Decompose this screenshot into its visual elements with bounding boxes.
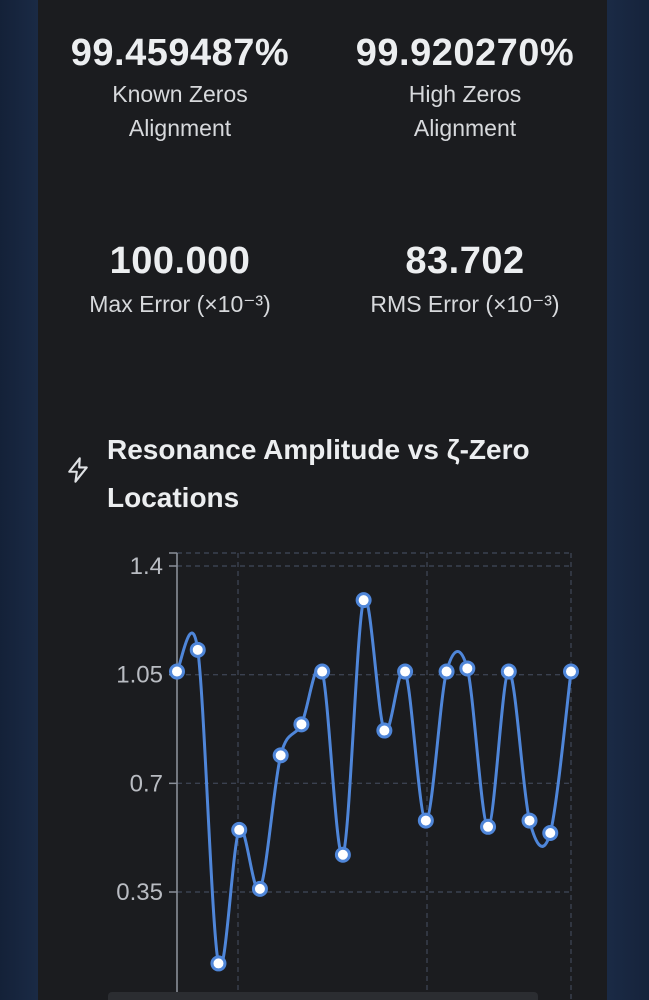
stat-label: Known Zeros Alignment xyxy=(112,81,248,141)
resonance-chart: 1.4 1.05 0.7 0.35 xyxy=(38,530,607,1000)
stat-label: Max Error (×10⁻³) xyxy=(89,291,271,317)
chart-header: Resonance Amplitude vs ζ-Zero Locations xyxy=(38,420,607,520)
data-point xyxy=(438,663,455,680)
data-point xyxy=(376,722,393,739)
stats-grid: 99.459487% Known Zeros Alignment 99.9202… xyxy=(38,0,607,380)
chart-canvas: 1.4 1.05 0.7 0.35 xyxy=(116,552,579,1000)
data-point xyxy=(480,818,497,835)
y-tick-label: 1.4 xyxy=(130,553,163,580)
stat-rms-error: 83.702 RMS Error (×10⁻³) xyxy=(323,239,607,321)
stat-label: High Zeros Alignment xyxy=(408,81,522,141)
stat-known-zeros-alignment: 99.459487% Known Zeros Alignment xyxy=(38,31,322,145)
y-tick-label: 0.7 xyxy=(130,770,163,797)
data-point xyxy=(355,592,372,609)
data-point xyxy=(459,660,476,677)
data-point xyxy=(169,663,185,680)
data-point xyxy=(210,955,227,972)
data-point xyxy=(293,716,310,733)
data-point xyxy=(563,663,579,680)
y-tick-label: 1.05 xyxy=(116,662,163,689)
bottom-sheet-handle xyxy=(108,992,538,1000)
stat-value: 83.702 xyxy=(405,240,525,282)
data-point xyxy=(251,880,268,897)
stat-value: 99.459487% xyxy=(70,32,290,74)
data-point xyxy=(189,641,206,658)
stat-label: RMS Error (×10⁻³) xyxy=(370,291,560,317)
data-point xyxy=(334,846,351,863)
stat-value: 99.920270% xyxy=(355,32,575,74)
data-point xyxy=(500,663,517,680)
data-point xyxy=(417,812,434,829)
background-right-edge xyxy=(607,0,649,1000)
stat-high-zeros-alignment: 99.920270% High Zeros Alignment xyxy=(323,31,607,145)
data-point xyxy=(314,663,331,680)
metrics-panel: 99.459487% Known Zeros Alignment 99.9202… xyxy=(38,0,607,1000)
lightning-bolt-icon xyxy=(68,457,88,483)
chart-title: Resonance Amplitude vs ζ-Zero Locations xyxy=(107,434,530,513)
stat-value: 100.000 xyxy=(109,240,251,282)
data-point xyxy=(272,747,289,764)
stat-max-error: 100.000 Max Error (×10⁻³) xyxy=(38,239,322,321)
data-point xyxy=(231,821,248,838)
y-tick-label: 0.35 xyxy=(116,879,163,906)
data-point xyxy=(542,825,559,842)
data-point xyxy=(521,812,538,829)
background-left-edge xyxy=(0,0,38,1000)
data-point xyxy=(397,663,414,680)
